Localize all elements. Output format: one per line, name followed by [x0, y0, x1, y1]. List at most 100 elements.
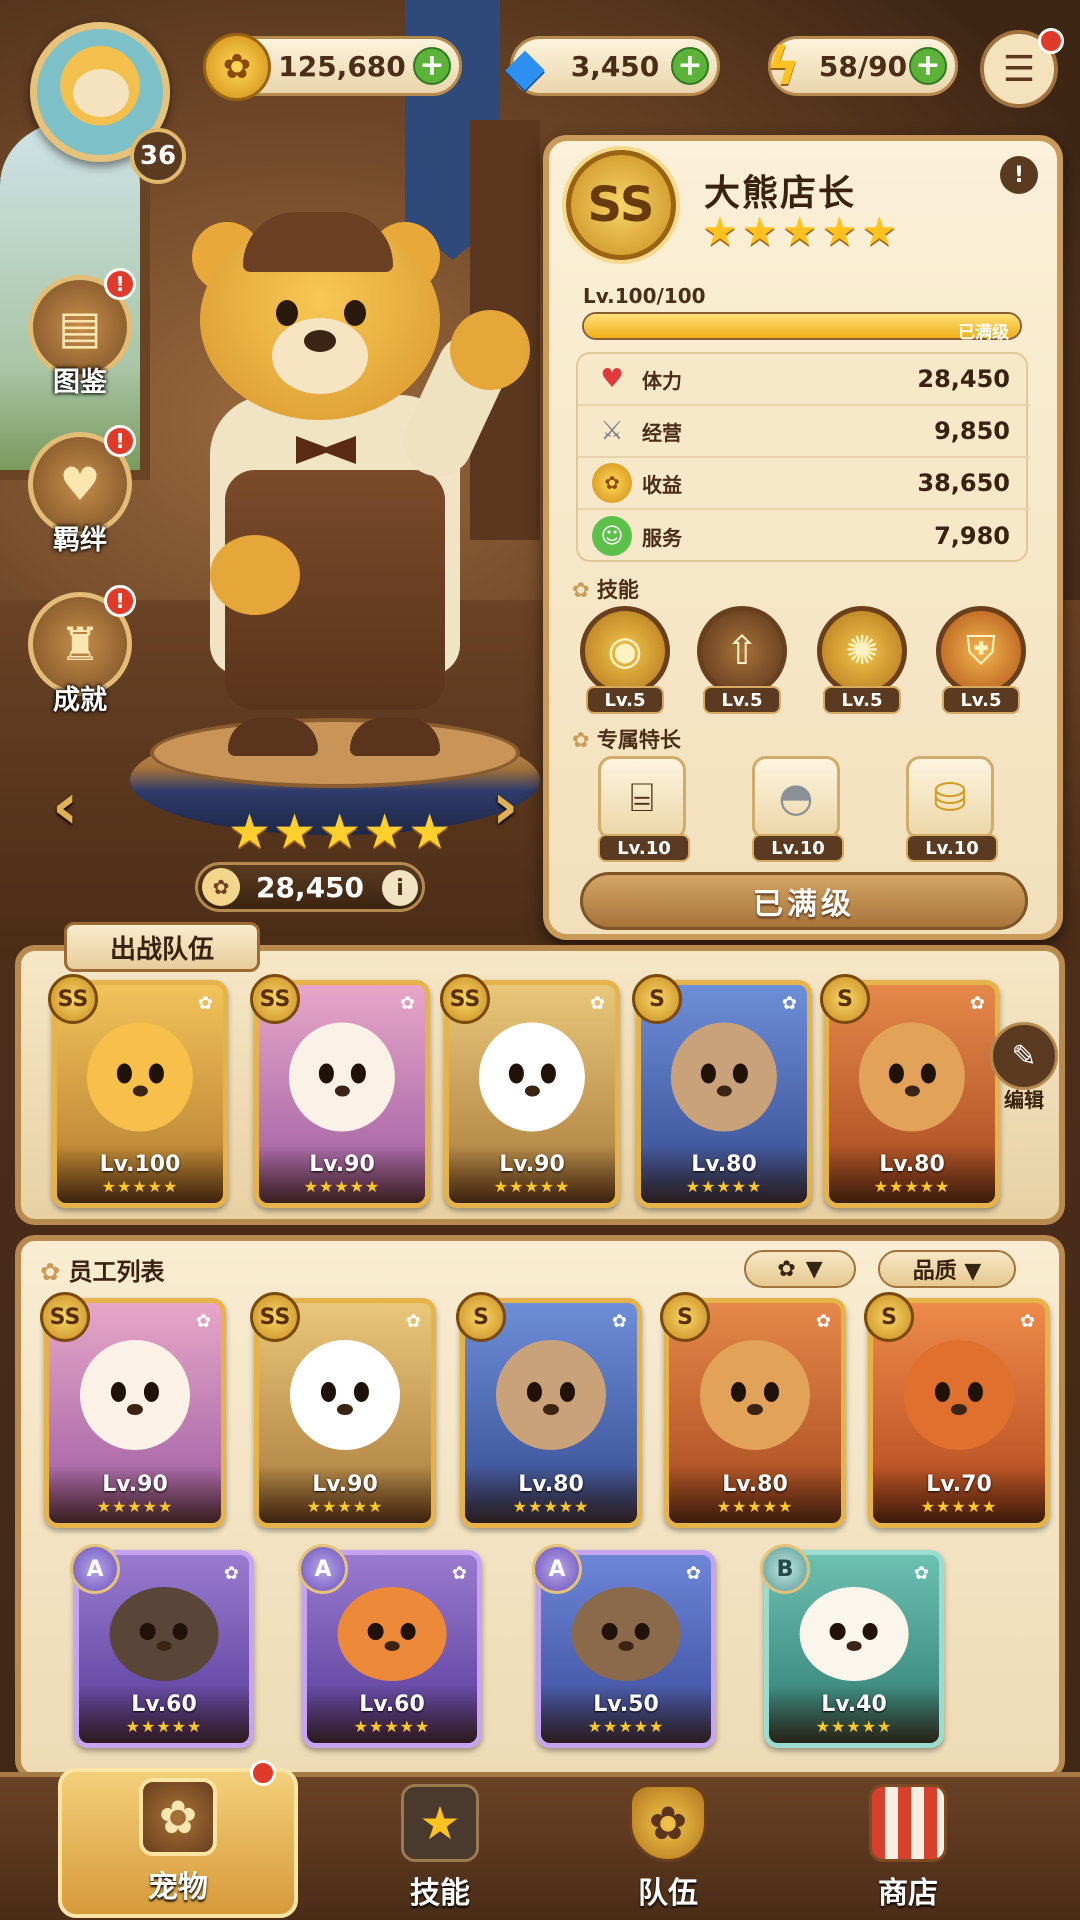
paw-shield-icon: ⛨ — [966, 628, 996, 674]
nav-team-label: 队伍 — [638, 1876, 698, 1911]
stat-label: 经营 — [642, 420, 682, 445]
traits-title: ✿ 专属特长 — [572, 728, 681, 752]
card-level: Lv.80 — [879, 1152, 945, 1177]
rank-badge: A — [298, 1544, 348, 1594]
coin-value: 125,680 — [278, 49, 406, 83]
paw-icon: ✿ — [451, 1563, 467, 1584]
cat-portrait — [670, 1022, 778, 1132]
bond-label: 羁绊 — [53, 525, 107, 556]
sheep-portrait — [799, 1586, 909, 1681]
add-energy-button[interactable]: + — [909, 47, 947, 85]
card-stars: ★★★★★ — [685, 1177, 763, 1196]
max-level-button[interactable]: 已满级 — [580, 872, 1028, 930]
detail-info-button[interactable]: ! — [1000, 156, 1038, 194]
trait-level: Lv.10 — [906, 834, 998, 862]
coin-icon: ✿ — [592, 463, 632, 503]
card-stars: ★★★★★ — [353, 1717, 431, 1736]
paw-icon: ✿ — [913, 1563, 929, 1584]
paw-icon: ✿ — [223, 1563, 239, 1584]
skill-level: Lv.5 — [942, 686, 1020, 714]
book-icon: ▤ — [58, 300, 102, 354]
stat-row-management: ⚔ 经营 9,850 — [578, 406, 1030, 458]
bunny-portrait — [79, 1340, 191, 1451]
achievement-alert-badge: ! — [104, 585, 136, 617]
cash-register-icon: ⌸ — [630, 775, 654, 821]
card-stars: ★★★★★ — [303, 1177, 381, 1196]
stat-label: 服务 — [642, 525, 682, 550]
skill-team-boost[interactable]: ⇧ — [697, 606, 787, 696]
nav-skills[interactable]: ★ 技能 — [320, 1780, 560, 1920]
trait-treasure-coins[interactable]: ⛁ — [906, 756, 994, 840]
card-stars: ★★★★★ — [716, 1497, 794, 1516]
card-stars: ★★★★★ — [873, 1177, 951, 1196]
trait-cash-register[interactable]: ⌸ — [598, 756, 686, 840]
paw-burst-icon: ✺ — [845, 628, 879, 674]
mole-portrait — [109, 1586, 219, 1681]
team-up-arrow-icon: ⇧ — [725, 628, 759, 674]
trophy-icon: ♜ — [59, 617, 101, 671]
dragon-portrait — [903, 1340, 1015, 1451]
power-value: 28,450 — [255, 870, 365, 904]
paw-icon: ✿ — [1019, 1311, 1035, 1332]
paw-shield-icon: ✿ — [629, 1784, 707, 1862]
edit-team-button[interactable]: ✎ — [990, 1022, 1058, 1090]
hamburger-menu-icon: ☰ — [1002, 48, 1036, 90]
rank-badge: S — [660, 1292, 710, 1342]
panda-portrait — [478, 1022, 586, 1132]
card-stars: ★★★★★ — [493, 1177, 571, 1196]
power-info-button[interactable]: i — [382, 870, 418, 906]
heart-paw-icon: ♥ — [59, 457, 101, 511]
bond-alert-badge: ! — [104, 425, 136, 457]
pedestal-top — [150, 718, 520, 788]
character-star-rating: ★★★★★ — [702, 209, 902, 255]
rank-badge: S — [864, 1292, 914, 1342]
skill-paw-shield[interactable]: ⛨ — [936, 606, 1026, 696]
previous-character-arrow[interactable]: ‹ — [52, 770, 78, 844]
panda-portrait — [289, 1340, 401, 1451]
paw-filter-dropdown[interactable]: ✿ ▼ — [744, 1250, 856, 1288]
stat-label: 收益 — [642, 472, 682, 497]
next-character-arrow[interactable]: › — [492, 770, 518, 844]
lightning-icon: ϟ — [765, 37, 801, 97]
rank-badge: SS — [40, 1292, 90, 1342]
edit-label: 编辑 — [1004, 1088, 1044, 1112]
gem-value: 3,450 — [570, 49, 660, 83]
card-stars: ★★★★★ — [125, 1717, 203, 1736]
rank-badge: S — [632, 974, 682, 1024]
skill-paw-burst[interactable]: ✺ — [817, 606, 907, 696]
diamond-icon: ◆ — [505, 37, 545, 97]
nav-shop[interactable]: 商店 — [788, 1780, 1028, 1920]
nav-team[interactable]: ✿ 队伍 — [548, 1780, 788, 1920]
paw-icon: ✿ — [969, 993, 985, 1014]
nav-pets[interactable]: ✿ 宠物 — [58, 1768, 298, 1918]
quality-filter-dropdown[interactable]: 品质 ▼ — [878, 1250, 1016, 1288]
skill-coin-pile[interactable]: ◉ — [580, 606, 670, 696]
gem-counter[interactable]: ◆ 3,450 + — [505, 36, 720, 97]
menu-notification-dot — [1038, 28, 1064, 54]
rank-badge: S — [456, 1292, 506, 1342]
energy-counter[interactable]: ϟ 58/90 + — [766, 36, 958, 97]
power-display: ✿ 28,450 i — [195, 862, 425, 912]
skill-level: Lv.5 — [823, 686, 901, 714]
card-stars: ★★★★★ — [920, 1497, 998, 1516]
add-gems-button[interactable]: + — [671, 47, 709, 85]
pets-notification-dot — [250, 1760, 276, 1786]
card-level: Lv.80 — [722, 1472, 788, 1497]
add-coins-button[interactable]: + — [413, 47, 451, 85]
card-level: Lv.50 — [593, 1692, 659, 1717]
paw-icon: ✿ — [40, 1258, 69, 1286]
card-stars: ★★★★★ — [96, 1497, 174, 1516]
card-level: Lv.80 — [691, 1152, 757, 1177]
heart-icon: ♥ — [600, 364, 624, 394]
card-level: Lv.60 — [359, 1692, 425, 1717]
trait-serving-cloche[interactable]: ◓ — [752, 756, 840, 840]
card-level: Lv.90 — [309, 1152, 375, 1177]
card-level: Lv.80 — [518, 1472, 584, 1497]
card-stars: ★★★★★ — [587, 1717, 665, 1736]
coin-counter[interactable]: ✿ 125,680 + — [203, 33, 462, 101]
stat-row-service: ☺ 服务 7,980 — [578, 510, 1030, 562]
skill-level: Lv.5 — [703, 686, 781, 714]
paw-icon: ✿ — [197, 993, 213, 1014]
treasure-coins-icon: ⛁ — [933, 775, 967, 821]
card-level: Lv.70 — [926, 1472, 992, 1497]
